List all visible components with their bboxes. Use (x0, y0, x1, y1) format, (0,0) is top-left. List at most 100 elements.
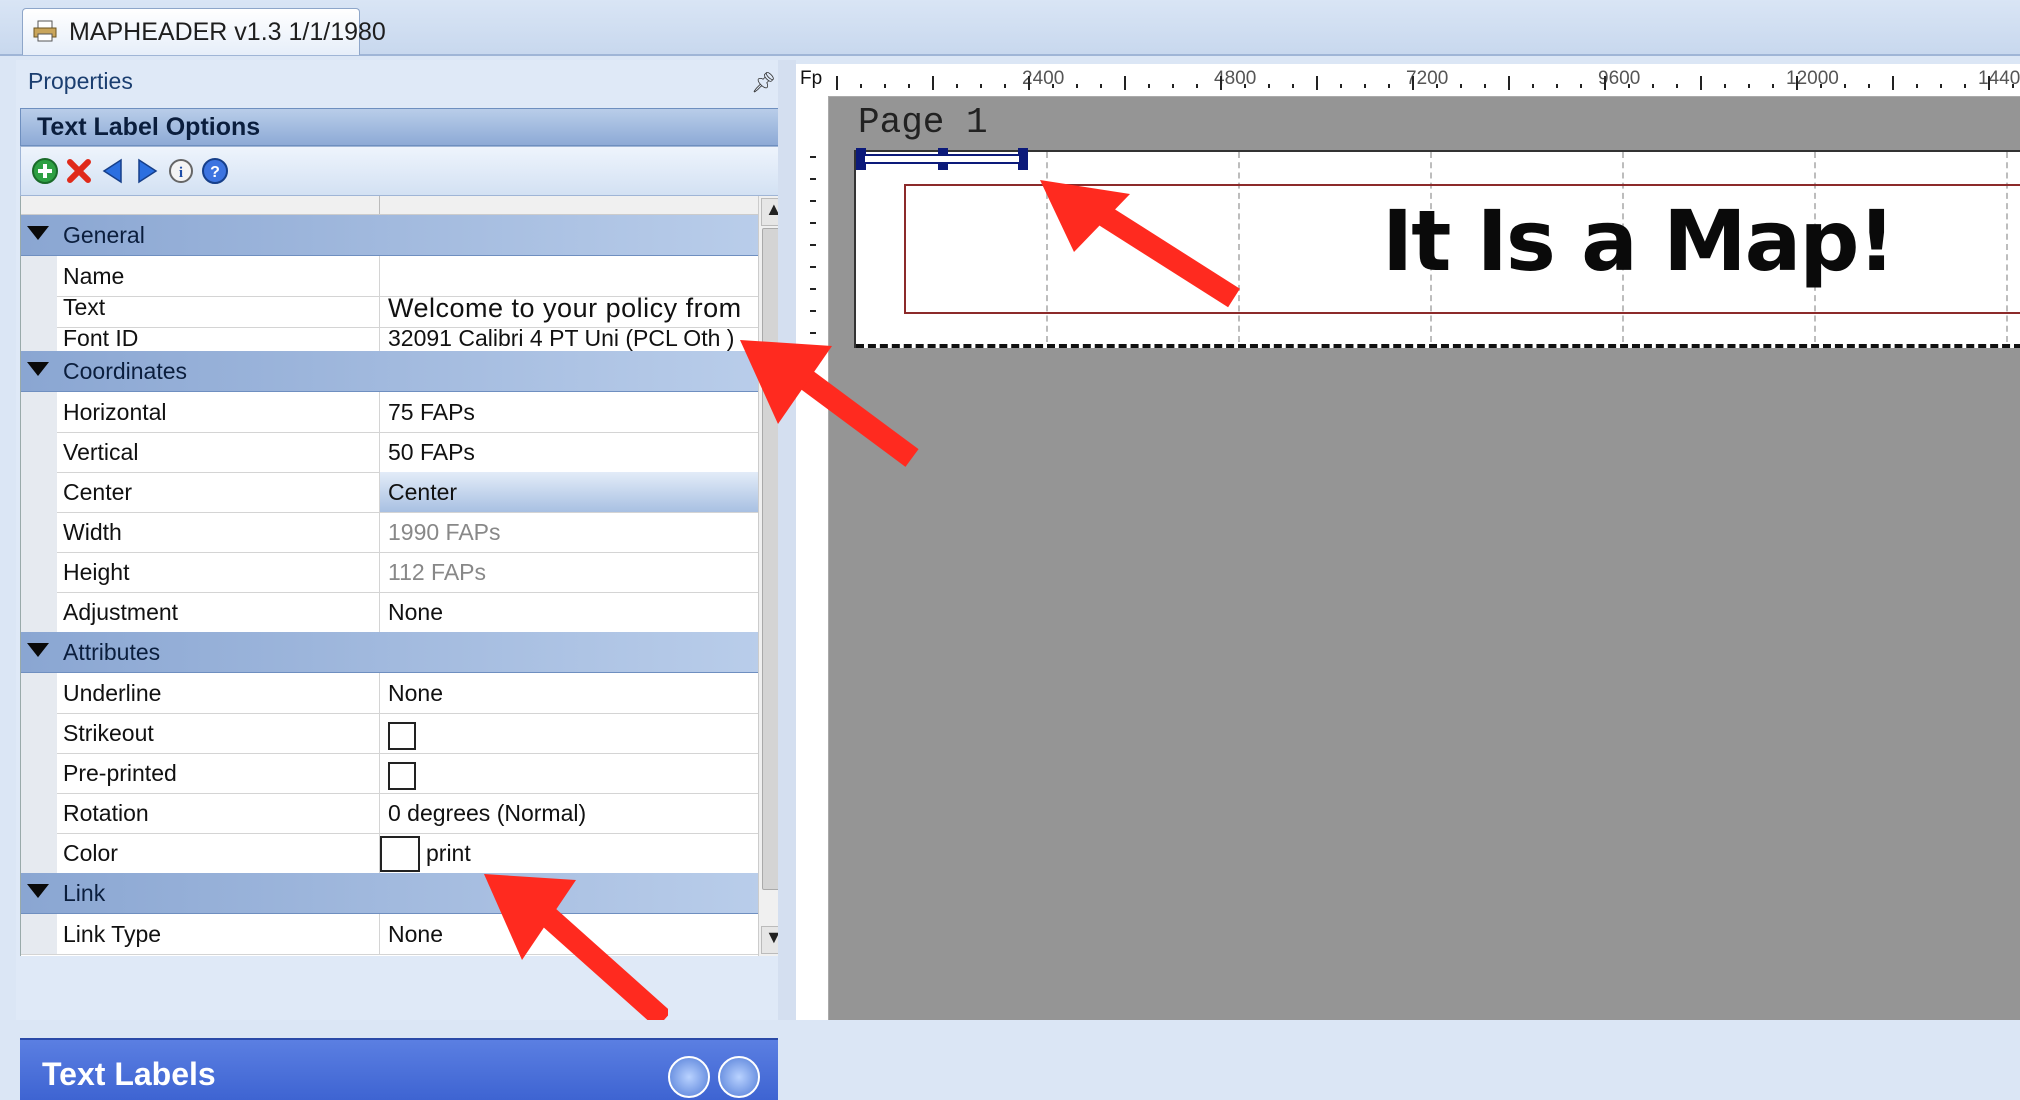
svg-text:?: ? (210, 164, 220, 181)
ruler-tick (1052, 84, 1054, 88)
category-general[interactable]: General (21, 215, 759, 256)
ruler-tick (1220, 76, 1222, 90)
property-row-color[interactable]: Color print (21, 833, 759, 874)
ruler-tick (1244, 84, 1246, 88)
ruler-tick (1604, 76, 1606, 90)
property-row-strikeout[interactable]: Strikeout (21, 713, 759, 754)
ruler-tick (1676, 84, 1678, 88)
property-row-height[interactable]: Height 112 FAPs (21, 552, 759, 593)
ruler-tick (1388, 84, 1390, 88)
ruler-tick (1100, 84, 1102, 88)
ruler-tick (1796, 76, 1798, 90)
text-label-content[interactable]: It Is a Map! (1382, 192, 1896, 290)
property-row-vertical[interactable]: Vertical 50 FAPs (21, 432, 759, 473)
ruler-tick (1940, 84, 1942, 88)
ruler-tick (1916, 84, 1918, 88)
delete-icon[interactable] (65, 157, 93, 185)
annotation-arrow (484, 874, 668, 1020)
help-icon[interactable]: ? (201, 157, 229, 185)
ruler-tick (810, 156, 816, 158)
ruler-tick (2012, 84, 2014, 88)
nav-forward-icon[interactable] (718, 1056, 760, 1098)
ruler-tick (1412, 76, 1414, 90)
panel-splitter[interactable] (778, 60, 796, 1020)
property-row-rotation[interactable]: Rotation 0 degrees (Normal) (21, 793, 759, 834)
nav-back-icon[interactable] (668, 1056, 710, 1098)
properties-title: Properties (28, 68, 133, 94)
ruler-tick (1772, 84, 1774, 88)
collapse-icon[interactable] (27, 226, 49, 240)
color-swatch[interactable] (380, 836, 420, 872)
ruler-tick (1532, 84, 1534, 88)
collapse-icon[interactable] (27, 643, 49, 657)
property-grid: General Name Text Welcome to your policy… (20, 196, 759, 956)
ruler-tick (1628, 84, 1630, 88)
property-row-adjustment[interactable]: Adjustment None (21, 592, 759, 633)
document-tab-strip: MAPHEADER v1.3 1/1/1980 (0, 0, 2020, 56)
properties-toolbar: i ? (20, 146, 780, 196)
strikeout-checkbox[interactable] (388, 722, 416, 750)
ruler-tick (980, 84, 982, 88)
ruler-tick (860, 84, 862, 88)
property-row-width[interactable]: Width 1990 FAPs (21, 512, 759, 553)
ruler-tick (1436, 84, 1438, 88)
info-icon[interactable]: i (167, 157, 195, 185)
ruler-tick (810, 178, 816, 180)
ruler-tick (1028, 76, 1030, 90)
ruler-tick (932, 76, 934, 90)
ruler-tick (1124, 76, 1126, 90)
ruler-tick (1004, 84, 1006, 88)
text-labels-title: Text Labels (42, 1056, 216, 1092)
ruler-tick (1340, 84, 1342, 88)
ruler-tick (1556, 84, 1558, 88)
ruler-tick (1964, 84, 1966, 88)
collapse-icon[interactable] (27, 362, 49, 376)
ruler-tick (1700, 76, 1702, 90)
text-labels-panel-header: Text Labels (20, 1038, 778, 1100)
ruler-tick (810, 222, 816, 224)
add-icon[interactable] (31, 157, 59, 185)
ruler-tick (1868, 84, 1870, 88)
ruler-tick (1652, 84, 1654, 88)
property-row-pre-printed[interactable]: Pre-printed (21, 753, 759, 794)
ruler-tick (956, 84, 958, 88)
previous-icon[interactable] (99, 157, 127, 185)
property-row-horizontal[interactable]: Horizontal 75 FAPs (21, 392, 759, 433)
ruler-tick (1460, 84, 1462, 88)
printer-icon (33, 20, 57, 42)
next-icon[interactable] (133, 157, 161, 185)
pre-printed-checkbox[interactable] (388, 762, 416, 790)
page-label: Page 1 (858, 102, 988, 143)
selection-handle[interactable] (854, 146, 1030, 172)
annotation-arrow (740, 340, 919, 467)
ruler-tick (1892, 76, 1894, 90)
ruler-tick (1076, 84, 1078, 88)
ruler-tick (884, 84, 886, 88)
page-sheet[interactable]: It Is a Map! (854, 150, 2020, 348)
pin-icon[interactable]: 📌︎ (751, 70, 776, 95)
ruler-tick (810, 244, 816, 246)
ruler-tick (1820, 84, 1822, 88)
ruler-tick (1988, 76, 1990, 90)
ruler-tick (1172, 84, 1174, 88)
design-canvas[interactable]: Fp 2400 4800 7200 9600 12000 1440 Page 1… (796, 64, 2020, 1020)
ruler-tick (1484, 84, 1486, 88)
property-row-underline[interactable]: Underline None (21, 673, 759, 714)
ruler-tick (1844, 84, 1846, 88)
ruler-tick (1580, 84, 1582, 88)
ruler-tick (1724, 84, 1726, 88)
property-row-center[interactable]: Center Center (21, 472, 759, 513)
ruler-tick (1316, 76, 1318, 90)
ruler-tick (1508, 76, 1510, 90)
category-attributes[interactable]: Attributes (21, 632, 759, 673)
document-tab-title: MAPHEADER v1.3 1/1/1980 (69, 18, 386, 46)
ruler-tick (810, 332, 816, 334)
ruler-tick (1292, 84, 1294, 88)
ruler-tick (1364, 84, 1366, 88)
ruler-tick (1196, 84, 1198, 88)
property-grid-header (21, 196, 759, 215)
ruler-tick (810, 288, 816, 290)
document-tab[interactable]: MAPHEADER v1.3 1/1/1980 (22, 8, 386, 55)
collapse-icon[interactable] (27, 884, 49, 898)
category-coordinates[interactable]: Coordinates (21, 351, 759, 392)
